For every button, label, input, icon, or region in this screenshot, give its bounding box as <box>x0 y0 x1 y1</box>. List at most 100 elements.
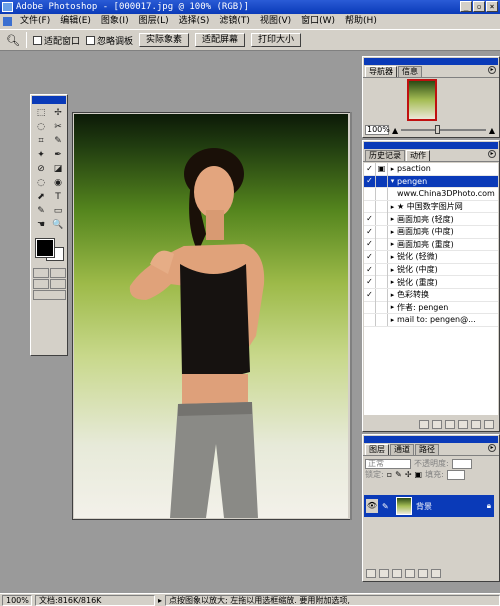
action-row[interactable]: ✓ ▸ 画面加亮 (轻度) <box>364 213 498 226</box>
panel-menu-icon[interactable]: ▸ <box>488 66 496 74</box>
layer-row-background[interactable]: 👁 ✎ 背景 🔒︎ <box>364 495 494 517</box>
menu-select[interactable]: 选择(S) <box>175 14 214 29</box>
status-doc-size[interactable]: 文档:816K/816K <box>35 594 155 606</box>
toggle-check-icon[interactable]: ✓ <box>364 225 376 238</box>
dialog-toggle-icon[interactable] <box>376 213 388 226</box>
delete-layer-icon[interactable] <box>431 569 441 578</box>
foreground-color-swatch[interactable] <box>35 238 55 258</box>
tab-navigator[interactable]: 导航器 <box>365 66 397 77</box>
new-group-icon[interactable] <box>392 569 402 578</box>
navigator-thumbnail[interactable] <box>407 79 437 121</box>
trash-icon[interactable] <box>484 419 494 429</box>
navigator-titlebar[interactable] <box>364 58 498 65</box>
dialog-toggle-icon[interactable] <box>376 238 388 251</box>
toggle-check-icon[interactable]: ✓ <box>364 250 376 263</box>
dialog-toggle-icon[interactable] <box>376 250 388 263</box>
zoom-in-icon[interactable]: ▲ <box>489 126 495 135</box>
menu-layer[interactable]: 图层(L) <box>135 14 173 29</box>
menu-image[interactable]: 图象(I) <box>97 14 133 29</box>
navigator-zoom-value[interactable]: 100% <box>365 125 390 135</box>
play-icon[interactable] <box>445 419 455 429</box>
pen-tool-icon[interactable]: ✎ <box>33 205 49 218</box>
action-row[interactable]: ✓ ▾ pengen <box>364 175 498 189</box>
expand-triangle-icon[interactable]: ▸ <box>388 165 397 173</box>
action-row[interactable]: ▸ 作者: pengen <box>364 301 498 315</box>
action-row[interactable]: ▸ mail to: pengen@... <box>364 313 498 327</box>
document-canvas[interactable] <box>74 114 348 518</box>
dialog-toggle-icon[interactable] <box>376 313 388 326</box>
eye-icon[interactable]: 👁 <box>366 499 378 513</box>
maximize-button[interactable]: ▫ <box>473 1 485 12</box>
toggle-check-icon[interactable]: ✓ <box>364 263 376 276</box>
magic-wand-tool-icon[interactable]: ✂ <box>50 121 66 134</box>
dialog-toggle-icon[interactable] <box>376 288 388 301</box>
expand-triangle-icon[interactable]: ▸ <box>388 278 397 286</box>
menu-filter[interactable]: 滤镜(T) <box>215 14 254 29</box>
actual-pixels-button[interactable]: 实际象素 <box>139 33 190 47</box>
lock-all-icon[interactable]: ▣ <box>415 470 423 479</box>
dialog-toggle-icon[interactable] <box>376 263 388 276</box>
layers-titlebar[interactable] <box>364 436 498 443</box>
shape-tool-icon[interactable]: ▭ <box>50 205 66 218</box>
zoom-icon[interactable]: 🔍︎ <box>6 34 20 47</box>
action-row[interactable]: ✓ ▸ 锐化 (重度) <box>364 276 498 289</box>
stop-icon[interactable] <box>419 419 429 429</box>
blur-tool-icon[interactable]: ◌ <box>33 177 49 190</box>
quickmask-mode-icon[interactable] <box>50 268 66 278</box>
toggle-check-icon[interactable]: ✓ <box>364 213 376 226</box>
hand-tool-icon[interactable]: ☚ <box>33 219 49 232</box>
marquee-tool-icon[interactable]: ⬚ <box>33 107 49 120</box>
opacity-field[interactable] <box>451 458 472 469</box>
menu-edit[interactable]: 编辑(E) <box>56 14 95 29</box>
dialog-toggle-icon[interactable] <box>376 276 388 289</box>
new-set-icon[interactable] <box>458 419 468 429</box>
jump-to-imageready-icon[interactable] <box>33 290 66 300</box>
toggle-check-icon[interactable]: ✓ <box>364 238 376 251</box>
menu-window[interactable]: 窗口(W) <box>297 14 339 29</box>
close-button[interactable]: × <box>486 1 498 12</box>
print-size-button[interactable]: 打印大小 <box>251 33 302 47</box>
fill-field[interactable] <box>446 469 465 480</box>
expand-triangle-icon[interactable]: ▸ <box>388 253 397 261</box>
minimize-button[interactable]: _ <box>460 1 472 12</box>
status-zoom[interactable]: 100% <box>2 594 32 606</box>
slice-tool-icon[interactable]: ✎ <box>50 135 66 148</box>
fullscreen-mode-icon[interactable] <box>50 279 66 289</box>
menu-file[interactable]: 文件(F) <box>16 14 54 29</box>
expand-triangle-icon[interactable]: ▸ <box>388 303 397 311</box>
expand-triangle-icon[interactable]: ▸ <box>388 240 397 248</box>
dialog-toggle-icon[interactable] <box>376 187 388 200</box>
standard-mode-icon[interactable] <box>33 268 49 278</box>
ignore-palettes-checkbox[interactable]: 忽略调板 <box>85 34 133 47</box>
resize-window-checkbox[interactable]: 适配窗口 <box>32 34 80 47</box>
lock-image-icon[interactable]: ✎ <box>395 470 402 479</box>
dialog-toggle-icon[interactable] <box>376 301 388 314</box>
toggle-check-icon[interactable]: ✓ <box>364 276 376 289</box>
dialog-toggle-icon[interactable] <box>376 175 388 188</box>
new-layer-icon[interactable] <box>418 569 428 578</box>
expand-triangle-icon[interactable]: ▸ <box>388 215 397 223</box>
menu-help[interactable]: 帮助(H) <box>341 14 381 29</box>
tab-layers[interactable]: 图层 <box>365 444 389 455</box>
layer-mask-icon[interactable] <box>379 569 389 578</box>
expand-triangle-icon[interactable]: ▸ <box>388 316 397 324</box>
lock-transparent-icon[interactable]: ▫ <box>387 470 392 479</box>
layer-style-icon[interactable] <box>366 569 376 578</box>
tab-info[interactable]: 信息 <box>398 66 422 77</box>
panel-menu-icon[interactable]: ▸ <box>488 444 496 452</box>
expand-triangle-icon[interactable]: ▸ <box>388 203 397 211</box>
new-action-icon[interactable] <box>471 419 481 429</box>
action-row[interactable]: ✓ ▸ 锐化 (轻微) <box>364 250 498 264</box>
dialog-toggle-icon[interactable]: ▣ <box>376 163 388 175</box>
expand-triangle-icon[interactable]: ▾ <box>388 177 397 185</box>
dialog-toggle-icon[interactable] <box>376 200 388 213</box>
action-row[interactable]: www.China3DPhoto.com <box>364 187 498 201</box>
brush-tool-icon[interactable]: ✒ <box>50 149 66 162</box>
action-row[interactable]: ✓ ▸ 锐化 (中度) <box>364 263 498 277</box>
healing-brush-icon[interactable]: ✦ <box>33 149 49 162</box>
status-arrow-icon[interactable]: ▸ <box>158 596 162 605</box>
action-row[interactable]: ✓ ▣ ▸ psaction <box>364 163 498 176</box>
record-icon[interactable] <box>432 419 442 429</box>
crop-tool-icon[interactable]: ⌗ <box>33 135 49 148</box>
action-row[interactable]: ✓ ▸ 色彩转换 <box>364 288 498 302</box>
